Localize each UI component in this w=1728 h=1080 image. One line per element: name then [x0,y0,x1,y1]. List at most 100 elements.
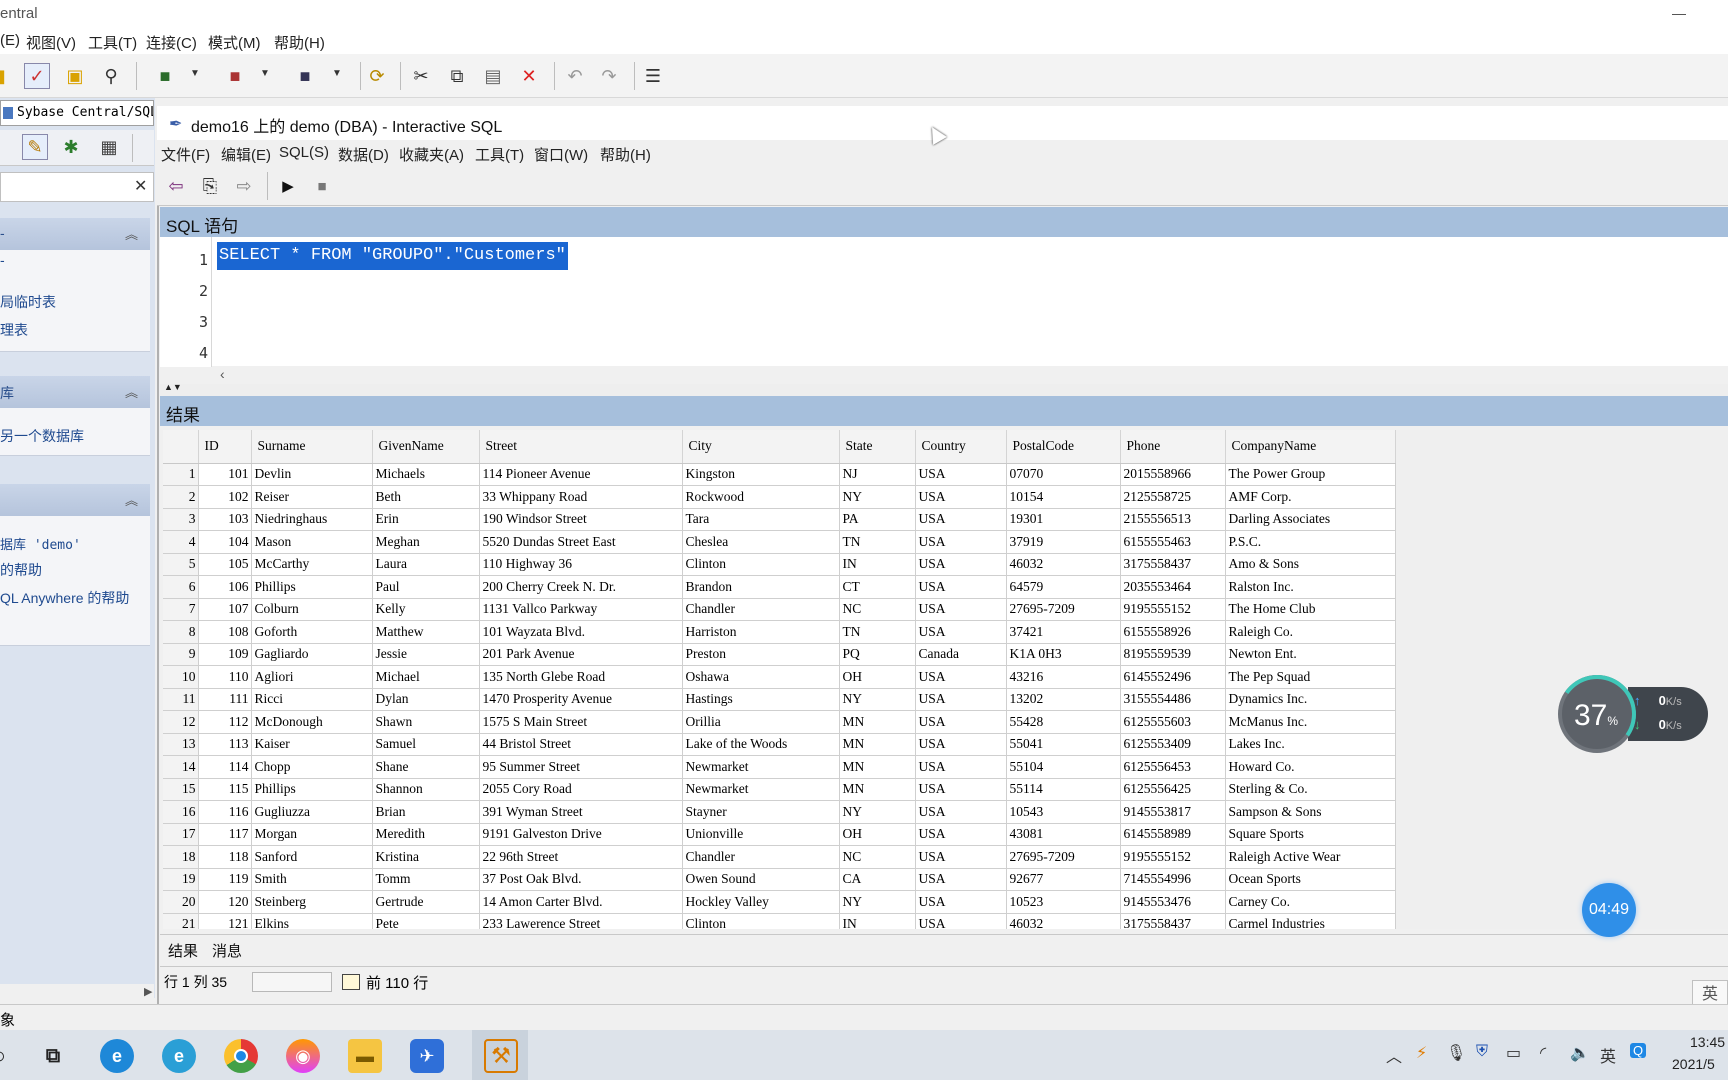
table-cell[interactable]: Raleigh Active Wear [1225,845,1396,869]
table-row[interactable]: 15 115 Phillips Shannon 2055 Cory Road Newmar… [163,778,1396,801]
table-cell[interactable]: 3175558437 [1120,553,1226,576]
table-cell[interactable]: Michaels [372,463,480,486]
table-cell[interactable]: Kristina [372,845,480,869]
task-link[interactable]: 理表 [0,320,28,340]
table-cell[interactable]: Newton Ent. [1225,643,1396,666]
table-cell[interactable]: MN [839,755,916,779]
table-cell[interactable]: 64579 [1006,575,1121,599]
table-cell[interactable]: USA [915,485,1007,509]
table-cell[interactable]: Dylan [372,688,480,711]
table-cell[interactable]: 10523 [1006,890,1121,914]
menu-data[interactable]: 数据(D) [338,144,389,165]
column-header[interactable]: Country [915,430,1007,464]
table-cell[interactable]: Phillips [251,575,373,599]
tab-messages[interactable]: 消息 [212,940,242,961]
paste-icon[interactable]: ▤ [480,63,506,89]
app-bird-icon[interactable]: ✈ [410,1039,444,1073]
table-cell[interactable]: 5520 Dundas Street East [479,530,683,554]
table-cell[interactable]: 113 [198,733,252,756]
table-cell[interactable]: 102 [198,485,252,509]
table-cell[interactable]: 6145558989 [1120,823,1226,846]
row-number[interactable]: 18 [163,845,199,869]
table-cell[interactable]: IN [839,553,916,576]
back-arrow-icon[interactable]: ⇦ [163,173,189,199]
table-cell[interactable]: USA [915,508,1007,531]
table-cell[interactable]: Erin [372,508,480,531]
chevron-down-icon[interactable]: ▼ [190,68,200,79]
table-row[interactable]: 20 120 Steinberg Gertrude 14 Amon Carter Blv… [163,890,1396,914]
table-cell[interactable]: Oshawa [682,665,840,689]
table-cell[interactable]: NC [839,845,916,869]
history-icon[interactable]: ⎘ [197,173,223,199]
table-cell[interactable]: USA [915,530,1007,554]
task-link[interactable]: 另一个数据库 [0,426,84,446]
table-cell[interactable]: K1A 0H3 [1006,643,1121,666]
table-cell[interactable]: Unionville [682,823,840,846]
task-panel-header[interactable]: ︽ [0,484,150,516]
delete-icon[interactable]: ✕ [516,63,542,89]
wifi-icon[interactable]: ◜ [1540,1043,1546,1063]
table-cell[interactable]: USA [915,575,1007,599]
connect-icon[interactable]: ■ [152,63,178,89]
table-cell[interactable]: 233 Lawerence Street [479,913,683,929]
table-cell[interactable]: MN [839,778,916,801]
menu-mode[interactable]: 模式(M) [208,32,261,53]
properties-icon[interactable]: ☰ [640,63,666,89]
table-cell[interactable]: 115 [198,778,252,801]
table-cell[interactable]: 190 Windsor Street [479,508,683,531]
table-cell[interactable]: 9145553476 [1120,890,1226,914]
table-cell[interactable]: Carmel Industries [1225,913,1396,929]
table-cell[interactable]: USA [915,845,1007,869]
table-cell[interactable]: AMF Corp. [1225,485,1396,509]
chevron-down-icon[interactable]: ▼ [332,68,342,79]
table-cell[interactable]: USA [915,553,1007,576]
table-cell[interactable]: 105 [198,553,252,576]
left-scrollbar[interactable]: ▶ [0,984,154,1002]
table-row[interactable]: 1 101 Devlin Michaels 114 Pioneer Avenue King… [163,463,1396,486]
table-cell[interactable]: PA [839,508,916,531]
table-cell[interactable]: 6125553409 [1120,733,1226,756]
table-cell[interactable]: Hockley Valley [682,890,840,914]
clock-time[interactable]: 13:45 [1690,1034,1725,1050]
table-cell[interactable]: 44 Bristol Street [479,733,683,756]
column-header[interactable]: Street [479,430,683,464]
tab-results[interactable]: 结果 [168,940,198,961]
table-cell[interactable]: 1470 Prosperity Avenue [479,688,683,711]
row-number[interactable]: 6 [163,575,199,599]
table-cell[interactable]: 6155555463 [1120,530,1226,554]
task-panel-header[interactable]: 库 ︽ [0,376,150,408]
table-cell[interactable]: Niedringhaus [251,508,373,531]
input-method[interactable]: 英 [1600,1043,1616,1067]
table-cell[interactable]: 9145553817 [1120,800,1226,824]
table-cell[interactable]: 116 [198,800,252,824]
wizard-icon[interactable]: ✎ [22,134,48,160]
battery-icon[interactable]: ▭ [1506,1043,1521,1063]
row-number[interactable]: 15 [163,778,199,801]
table-row[interactable]: 21 121 Elkins Pete 233 Lawerence Street Clint… [163,913,1396,929]
table-cell[interactable]: 119 [198,868,252,891]
table-cell[interactable]: 3155554486 [1120,688,1226,711]
table-row[interactable]: 3 103 Niedringhaus Erin 190 Windsor Street Ta… [163,508,1396,531]
table-cell[interactable]: 6125555603 [1120,710,1226,734]
table-cell[interactable]: 6125556453 [1120,755,1226,779]
table-cell[interactable]: 2015558966 [1120,463,1226,486]
table-cell[interactable]: USA [915,755,1007,779]
table-row[interactable]: 18 118 Sanford Kristina 22 96th Street Chandl… [163,845,1396,869]
table-cell[interactable]: Kaiser [251,733,373,756]
table-cell[interactable]: Rockwood [682,485,840,509]
table-cell[interactable]: Chandler [682,598,840,621]
table-cell[interactable]: 95 Summer Street [479,755,683,779]
table-cell[interactable]: 33 Whippany Road [479,485,683,509]
plan-icon[interactable]: ▦ [96,134,122,160]
table-cell[interactable]: Brian [372,800,480,824]
table-row[interactable]: 19 119 Smith Tomm 37 Post Oak Blvd. Owen Soun… [163,868,1396,891]
table-row[interactable]: 17 117 Morgan Meredith 9191 Galveston Drive U… [163,823,1396,846]
table-cell[interactable]: 106 [198,575,252,599]
table-cell[interactable]: Steinberg [251,890,373,914]
table-cell[interactable]: 27695-7209 [1006,845,1121,869]
disconnect-icon[interactable]: ■ [222,63,248,89]
table-cell[interactable]: NY [839,800,916,824]
table-cell[interactable]: 43216 [1006,665,1121,689]
table-cell[interactable]: MN [839,733,916,756]
table-row[interactable]: 11 111 Ricci Dylan 1470 Prosperity Avenue Has… [163,688,1396,711]
